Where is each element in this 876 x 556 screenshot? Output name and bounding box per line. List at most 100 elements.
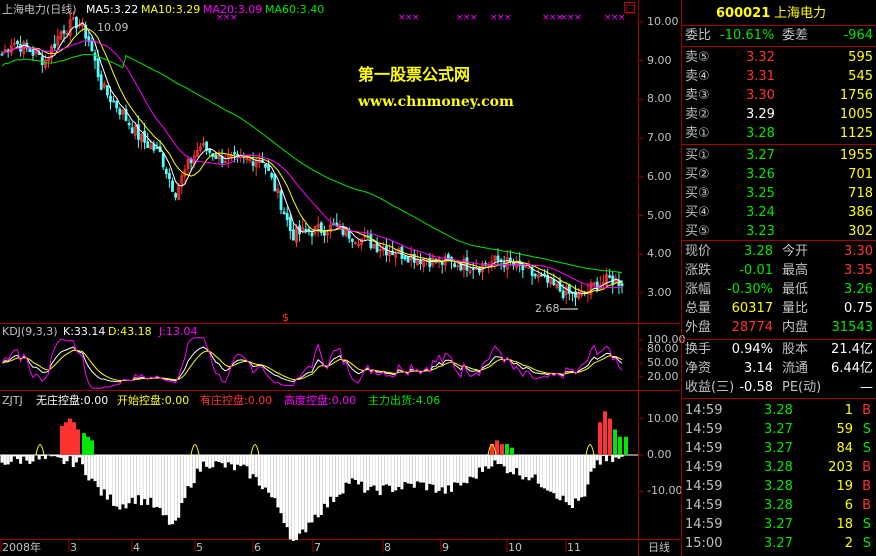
zjtj-bar-white bbox=[583, 454, 587, 497]
zjtj-bar-red bbox=[72, 422, 76, 455]
zjtj-bar-white bbox=[285, 454, 289, 528]
zjtj-bar-white bbox=[422, 454, 426, 483]
stat-label: 涨跌 bbox=[685, 263, 712, 278]
zjtj-bar-white bbox=[539, 454, 543, 488]
zjtj-bar-white bbox=[394, 454, 398, 491]
zjtj-bar-white bbox=[236, 454, 240, 465]
zjtj-bar-white bbox=[322, 454, 326, 504]
time-tick-label: 11 bbox=[567, 541, 581, 554]
zjtj-bar-white bbox=[409, 454, 413, 484]
tick-price: 3.28 bbox=[764, 460, 793, 475]
sell-level-label: 卖⑤ bbox=[685, 50, 710, 65]
zjtj-bar-white bbox=[521, 454, 525, 480]
zjtj-bar-white bbox=[465, 454, 469, 484]
zjtj-bar-white bbox=[512, 454, 515, 475]
tick-price: 3.27 bbox=[764, 517, 793, 532]
buy-level-label: 买④ bbox=[685, 205, 710, 220]
zjtj-bar-green bbox=[86, 436, 90, 455]
zjtj-bar-white bbox=[164, 454, 168, 516]
buy-price: 3.24 bbox=[746, 205, 775, 220]
candle-body bbox=[93, 52, 97, 61]
zjtj-bar-white bbox=[620, 454, 624, 457]
zjtj-bar-white bbox=[25, 454, 29, 461]
candle-body bbox=[403, 255, 407, 260]
candle-body bbox=[533, 273, 537, 277]
tick-volume: 19 bbox=[836, 479, 853, 494]
zjtj-tick-label: -10.00 bbox=[647, 484, 683, 498]
zjtj-bar-white bbox=[403, 454, 407, 483]
candle-body bbox=[273, 173, 277, 192]
buy-row: 买③ 3.25 718 bbox=[682, 184, 876, 204]
candle-body bbox=[96, 58, 100, 78]
zjtj-bar-white bbox=[462, 454, 466, 483]
zjtj-tick-label: 10.00 bbox=[647, 411, 679, 425]
zjtj-bar-white bbox=[298, 454, 302, 534]
zjtj-bar-white bbox=[549, 454, 553, 492]
sell-level-label: 卖① bbox=[685, 126, 710, 141]
sell-volume: 1005 bbox=[839, 107, 873, 122]
zjtj-bar-white bbox=[530, 454, 534, 478]
divider bbox=[682, 398, 876, 399]
tick-volume: 2 bbox=[844, 536, 853, 551]
candle-body bbox=[310, 232, 314, 237]
buy-price: 3.25 bbox=[746, 186, 775, 201]
candle-body bbox=[288, 216, 292, 232]
zjtj-bar-white bbox=[260, 454, 264, 490]
zjtj-bar-white bbox=[415, 454, 419, 482]
zjtj-bar-white bbox=[459, 454, 463, 486]
zjtj-bar-white bbox=[456, 454, 460, 483]
stat-label: 涨幅 bbox=[685, 282, 712, 297]
price-tick-label: 6.00 bbox=[647, 169, 672, 183]
zjtj-bar-white bbox=[6, 454, 10, 465]
zjtj-bar-white bbox=[313, 454, 317, 515]
sell-row: 卖⑤ 3.32 595 bbox=[682, 48, 876, 68]
kdj-tick-label: 20.00 bbox=[647, 369, 679, 383]
zjtj-bar-white bbox=[121, 454, 125, 505]
zjtj-bar-white bbox=[288, 454, 292, 540]
zjtj-bar-white bbox=[161, 454, 165, 516]
stat-value: 3.35 bbox=[844, 263, 873, 278]
zjtj-bar-white bbox=[574, 454, 577, 499]
zjtj-bar-white bbox=[493, 454, 497, 461]
sell-volume: 1125 bbox=[839, 126, 873, 141]
time-tick-label: 5 bbox=[196, 541, 203, 554]
zjtj-bar-white bbox=[357, 454, 360, 485]
zjtj-bar-white bbox=[109, 454, 112, 495]
stat-label: 量比 bbox=[782, 301, 809, 316]
kline-chart[interactable]: × × × × × × × × × × × × × × ×× × × × × × bbox=[0, 0, 680, 556]
zjtj-bar-white bbox=[329, 454, 333, 497]
candle-body bbox=[341, 226, 345, 235]
buy-level-label: 买② bbox=[685, 167, 710, 182]
zjtj-bar-white bbox=[189, 454, 193, 488]
candle-body bbox=[595, 281, 599, 291]
zjtj-bar-white bbox=[347, 454, 351, 484]
zjtj-bar-white bbox=[205, 454, 209, 467]
zjtj-bar-white bbox=[40, 454, 44, 456]
sell-price: 3.32 bbox=[746, 50, 775, 65]
price-tick-label: 9.00 bbox=[647, 53, 672, 67]
zjtj-bar-white bbox=[78, 454, 81, 458]
restore-icon[interactable]: □ bbox=[624, 2, 635, 14]
kdj-j-line bbox=[1, 337, 623, 389]
zjtj-bar-white bbox=[363, 454, 367, 493]
weicha-label: 委差 bbox=[782, 28, 809, 43]
period-tab[interactable]: 日线 bbox=[648, 542, 670, 553]
zjtj-yellow-signal bbox=[250, 444, 260, 456]
zjtj-bar-white bbox=[567, 454, 571, 506]
zjtj-bar-white bbox=[425, 454, 429, 491]
zjtj-bar-white bbox=[350, 454, 354, 479]
zjtj-bar-white bbox=[580, 454, 584, 498]
chart-area[interactable]: × × × × × × × × × × × × × × × × × × × × × 上海电力(日线) MA5:3.22 … bbox=[0, 0, 686, 556]
zjtj-bar-white bbox=[102, 454, 106, 490]
tick-row: 14:59 3.28 19 B bbox=[682, 477, 876, 497]
fundamental-value: 0.94% bbox=[731, 342, 773, 357]
candle-body bbox=[214, 154, 218, 160]
stat-label: 今开 bbox=[782, 244, 809, 259]
zjtj-bar-white bbox=[43, 454, 47, 459]
zjtj-bar-white bbox=[22, 454, 26, 457]
buy-price: 3.23 bbox=[746, 224, 775, 239]
sell-level-label: 卖③ bbox=[685, 88, 710, 103]
zjtj-bar-white bbox=[508, 454, 512, 473]
zjtj-bar-white bbox=[84, 454, 88, 476]
watermark-title: 第一股票公式网 bbox=[358, 65, 471, 84]
